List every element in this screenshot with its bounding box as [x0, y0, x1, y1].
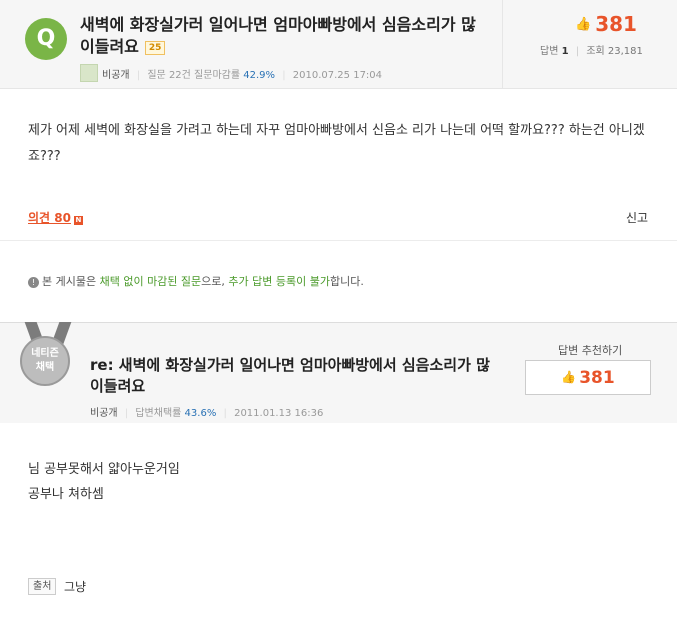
- closed-notice: ! 본 게시물은 채택 없이 마감된 질문으로, 추가 답변 등록이 불가합니다.: [28, 273, 364, 289]
- notice-prefix: 본 게시물은: [42, 275, 100, 288]
- new-badge: N: [73, 216, 83, 225]
- notice-suffix: 합니다.: [329, 275, 364, 288]
- question-body: 제가 어제 세벽에 화장실을 가려고 하는데 자꾸 엄마아빠방에서 신음소 리가…: [28, 123, 645, 164]
- question-meta: 비공개 | 질문 22건 질문마감률 42.9% | 2010.07.25 17…: [80, 64, 382, 82]
- question-like-count[interactable]: 👍 381: [575, 12, 637, 36]
- source-value: 그냥: [64, 580, 87, 594]
- views-count: 23,181: [607, 46, 643, 57]
- question-icon: Q: [25, 18, 67, 60]
- netizen-choice-medal-icon: 네티즌 채택: [20, 336, 70, 386]
- recommend-label: 답변 추천하기: [558, 344, 623, 357]
- thumbs-up-icon: 👍: [575, 17, 592, 32]
- adopt-rate: 43.6%: [184, 408, 217, 419]
- info-icon: !: [28, 277, 39, 288]
- like-count-value: 381: [595, 12, 637, 36]
- source-label: 출처: [28, 578, 57, 595]
- question-title: 새벽에 화장실가러 일어나면 엄마아빠방에서 심음소리가 많이들려요 25: [80, 14, 490, 58]
- divider: [0, 240, 677, 241]
- views-label: 조회: [586, 46, 605, 57]
- answer-body-line-2: 공부나 쳐하셈: [28, 487, 104, 502]
- answer-meta: 비공개 | 답변채택률 43.6% | 2011.01.13 16:36: [90, 408, 324, 419]
- answer-date: 2011.01.13 16:36: [234, 408, 324, 419]
- close-rate: 42.9%: [243, 70, 276, 81]
- recommend-button[interactable]: 👍 381: [525, 360, 651, 395]
- notice-highlight-2: 추가 답변 등록이 불가: [228, 275, 330, 288]
- notice-highlight-1: 채택 없이 마감된 질문: [99, 275, 202, 288]
- opinions-label: 의견 80: [28, 211, 71, 225]
- question-title-text: 새벽에 화장실가러 일어나면 엄마아빠방에서 심음소리가 많이들려요: [80, 15, 476, 56]
- header-divider: [502, 0, 503, 88]
- answer-body: 님 공부못해서 얇아누운거임 공부나 쳐하셈: [28, 457, 653, 507]
- report-button[interactable]: 신고: [626, 209, 648, 226]
- medal-line-2: 채택: [35, 362, 55, 373]
- opinions-link[interactable]: 의견 80 N: [28, 209, 83, 226]
- question-date: 2010.07.25 17:04: [292, 70, 383, 81]
- answer-body-line-1: 님 공부못해서 얇아누운거임: [28, 462, 180, 477]
- question-author[interactable]: 비공개: [102, 70, 130, 81]
- author-avatar: [80, 64, 98, 82]
- answer-author[interactable]: 비공개: [90, 408, 118, 419]
- recommend-count: 381: [579, 368, 615, 388]
- answer-title: re: 새벽에 화장실가러 일어나면 엄마아빠방에서 심음소리가 많이들려요: [90, 356, 490, 395]
- notice-mid: 으로,: [201, 275, 229, 288]
- question-stats-prefix: 질문 22건 질문마감률: [147, 70, 241, 81]
- answer-stats-prefix: 답변채택률: [135, 408, 182, 419]
- medal-line-1: 네티즌: [31, 348, 59, 359]
- answers-count: 1: [561, 46, 569, 57]
- thumbs-up-icon: 👍: [561, 370, 577, 384]
- answers-label: 답변: [540, 46, 559, 57]
- reward-badge: 25: [144, 41, 166, 55]
- question-stats: 답변 1 | 조회 23,181: [540, 46, 643, 57]
